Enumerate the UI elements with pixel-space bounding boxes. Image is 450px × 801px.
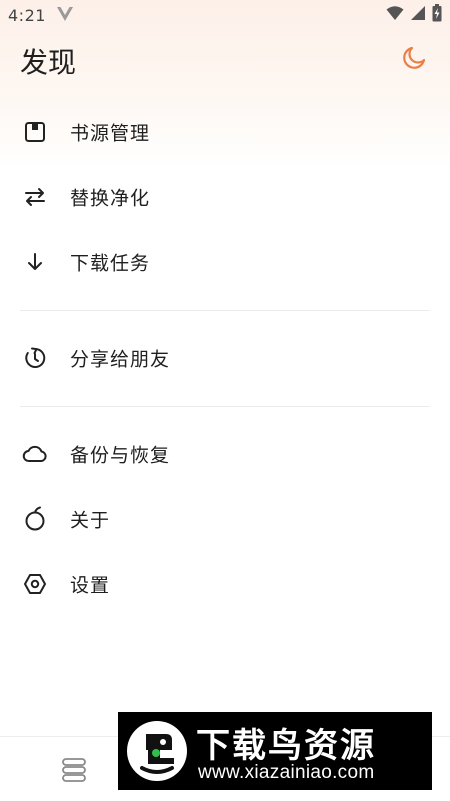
menu-item-backup-restore[interactable]: 备份与恢复 [0, 422, 450, 486]
menu-item-label: 替换净化 [70, 187, 151, 210]
menu-item-label: 备份与恢复 [70, 444, 171, 467]
menu-item-replace-purify[interactable]: 替换净化 [0, 165, 450, 229]
watermark-url: www.xiazainiao.com [198, 762, 375, 783]
menu-divider [20, 406, 430, 407]
page-title: 发现 [20, 46, 77, 79]
menu-item-label: 下载任务 [70, 252, 151, 275]
signal-icon [410, 5, 426, 25]
app-header: 发现 [0, 32, 450, 88]
menu-item-label: 书源管理 [70, 122, 151, 145]
share-refresh-icon [22, 345, 48, 371]
moon-icon [401, 45, 427, 75]
battery-icon [432, 4, 442, 26]
bird-logo-icon [126, 720, 188, 782]
download-arrow-icon [22, 249, 48, 275]
menu-item-label: 分享给朋友 [70, 348, 171, 371]
book-source-icon [22, 119, 48, 145]
menu-item-download-tasks[interactable]: 下载任务 [0, 230, 450, 294]
menu-item-label: 关于 [70, 509, 111, 532]
status-bar: 4:21 [0, 0, 450, 32]
watermark-title: 下载鸟资源 [196, 726, 376, 766]
wifi-icon [386, 5, 404, 25]
app-notification-icon [56, 5, 74, 23]
menu-divider [20, 310, 430, 311]
settings-hexagon-icon [22, 571, 48, 597]
status-time: 4:21 [8, 6, 46, 25]
menu-item-book-source[interactable]: 书源管理 [0, 100, 450, 164]
menu-item-about[interactable]: 关于 [0, 487, 450, 551]
bookshelf-tab-icon[interactable] [60, 755, 88, 783]
swap-arrows-icon [22, 184, 48, 210]
menu-item-share-friends[interactable]: 分享给朋友 [0, 326, 450, 390]
status-icons [386, 4, 442, 26]
theme-toggle-button[interactable] [398, 44, 430, 76]
menu-item-label: 设置 [70, 574, 111, 597]
apple-icon [22, 506, 48, 532]
menu-item-settings[interactable]: 设置 [0, 552, 450, 616]
watermark-banner: 下载鸟资源 www.xiazainiao.com [118, 712, 432, 790]
cloud-icon [22, 441, 48, 467]
